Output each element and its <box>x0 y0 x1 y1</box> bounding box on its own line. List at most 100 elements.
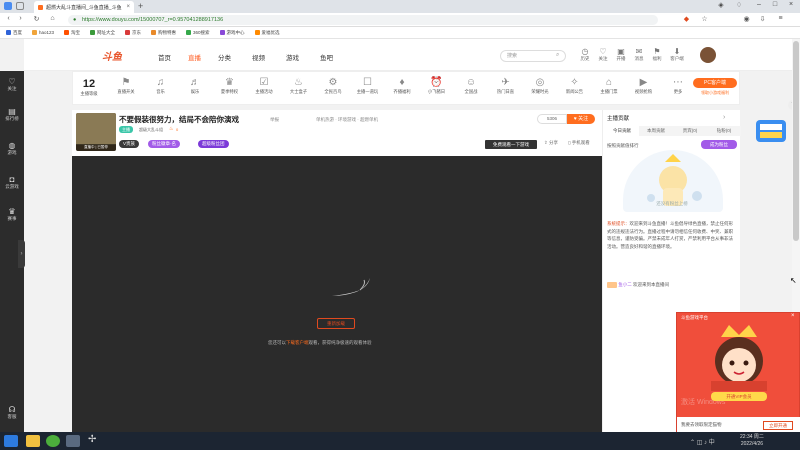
video-player[interactable]: 重新加载 您还可以下载客户端观看，获得纯净极速的观看体验 <box>72 156 602 432</box>
user-icon[interactable]: ◉ <box>742 15 751 23</box>
avatar[interactable] <box>700 47 716 63</box>
rail-events[interactable]: ♛ 赛事 <box>0 207 24 222</box>
category-item[interactable]: ⚙ 全民百鸟 <box>318 76 348 95</box>
fan-app-icon[interactable]: ✢ <box>88 434 96 445</box>
home-icon[interactable]: ⌂ <box>48 15 57 22</box>
bookmark-item[interactable]: 淘宝 <box>64 30 80 36</box>
rail-games[interactable]: ◍ 游戏 <box>0 141 24 156</box>
nav-category[interactable]: 分类 <box>218 52 231 62</box>
open-vip-button[interactable]: 开通VIP会员 <box>711 392 767 401</box>
tray-icons[interactable]: ⌃ ◫ ♪ 中 <box>690 437 715 446</box>
download-icon[interactable]: ⇩ <box>758 15 767 23</box>
rail-follow[interactable]: ♡ 关注 <box>0 77 24 92</box>
category-item[interactable]: ◎ 荣耀时光 <box>525 76 555 95</box>
nav-yuba[interactable]: 鱼吧 <box>320 52 333 62</box>
forward-icon[interactable]: › <box>16 15 25 22</box>
tab-diamond[interactable]: 钻粉(0) <box>707 126 741 136</box>
extension-icon[interactable]: ◆ <box>682 15 691 23</box>
tab-guest[interactable]: 贵宾(0) <box>673 126 707 136</box>
message-button[interactable]: ✉ 消息 <box>630 47 648 62</box>
file-explorer-icon[interactable] <box>26 435 40 447</box>
report-link[interactable]: 举报 <box>270 117 279 123</box>
welcome-user[interactable]: 鱼小二 <box>618 282 632 287</box>
category-item[interactable]: ♛ 夏季特权 <box>215 76 245 95</box>
skin-icon[interactable]: ♢ <box>732 1 746 9</box>
browser-tab[interactable]: 超燃大乱斗直播间_斗鱼直播_斗鱼 × <box>34 1 134 13</box>
bookmark-item[interactable]: 网址大全 <box>90 30 115 36</box>
close-window-icon[interactable]: × <box>784 1 798 8</box>
menu-icon[interactable]: ≡ <box>776 15 785 22</box>
welfare-button[interactable]: ⚑ 福利 <box>648 47 666 62</box>
category-item[interactable]: ⌂ 主播门票 <box>594 76 624 95</box>
start-live-button[interactable]: ▣ 开播 <box>612 47 630 62</box>
follow-button[interactable]: ♡ 关注 <box>594 47 612 62</box>
start-icon[interactable] <box>4 435 18 447</box>
history-button[interactable]: ◷ 历史 <box>576 47 594 62</box>
browser-back-tab-icon[interactable] <box>16 2 24 10</box>
category-item[interactable]: ✈ 热门日直 <box>491 76 521 95</box>
tab-week[interactable]: 本周贡献 <box>639 126 673 136</box>
free-watch-button[interactable]: 免费观看一下游戏 <box>485 140 537 149</box>
nav-game[interactable]: 游戏 <box>286 52 299 62</box>
tab-close-icon[interactable]: × <box>126 4 130 10</box>
follow-button[interactable]: ♥ 关注 <box>567 114 595 124</box>
back-icon[interactable]: ‹ <box>4 15 13 22</box>
screen-app-icon[interactable] <box>66 435 80 447</box>
category-item[interactable]: ☐ 主播一道玩 <box>353 76 383 95</box>
bookmark-item[interactable]: 购物特惠 <box>151 30 176 36</box>
category-item[interactable]: ⚑ 直播开关 <box>111 76 141 95</box>
fan-badge[interactable]: 粉丝徽章·名 <box>148 140 180 148</box>
bookmark-item[interactable]: 京东 <box>125 30 141 36</box>
category-item[interactable]: ♬ 娱乐 <box>180 76 210 95</box>
anchor-thumbnail[interactable]: 直播中 | 已暂停 <box>76 113 116 151</box>
activity-badge-icon[interactable] <box>754 116 788 146</box>
pc-client-button[interactable]: PC客户端 <box>693 78 737 88</box>
category-item[interactable]: ♫ 音乐 <box>146 76 176 95</box>
category-item[interactable]: ▶ 视频抢购 <box>629 76 659 95</box>
anchor-level[interactable]: 12 主播等级 <box>75 78 103 97</box>
nav-live[interactable]: 直播 <box>188 52 201 62</box>
download-client-link[interactable]: 下载客户端 <box>286 340 309 345</box>
rail-ranking[interactable]: ▤ 排行榜 <box>0 107 24 122</box>
bookmark-item[interactable]: hao123 <box>32 30 54 35</box>
reload-icon[interactable]: ↻ <box>32 15 41 23</box>
maximize-icon[interactable]: □ <box>768 1 782 8</box>
new-tab-button[interactable]: + <box>138 1 143 11</box>
share-button[interactable]: ⇪ 分享 <box>544 140 558 146</box>
browser-menu-icon[interactable] <box>4 2 12 10</box>
popup-close-icon[interactable]: × <box>791 313 795 319</box>
category-item[interactable]: ☺ 全国战 <box>456 76 486 95</box>
browser-360-icon[interactable] <box>46 435 60 447</box>
vip-badge[interactable]: V贵族 <box>119 140 140 148</box>
shield-icon[interactable]: ◈ <box>714 1 728 9</box>
bookmark-item[interactable]: 爱福优选 <box>254 30 280 36</box>
category-item[interactable]: ♨ 大士盒子 <box>284 76 314 95</box>
reload-player-button[interactable]: 重新加载 <box>317 318 355 329</box>
category-item[interactable]: ♦ 齐播福利 <box>387 76 417 95</box>
minimize-icon[interactable]: – <box>752 1 766 8</box>
scrollbar-thumb[interactable] <box>793 41 799 241</box>
nav-home[interactable]: 首页 <box>158 52 171 62</box>
super-fans-button[interactable]: 超级粉丝团 <box>198 140 229 148</box>
category-item[interactable]: ☑ 主播活动 <box>249 76 279 95</box>
system-clock[interactable]: 22:34 周二 2022/4/26 <box>740 434 764 447</box>
popup-open-button[interactable]: 立即开通 <box>763 421 793 430</box>
rail-support[interactable]: ☊ 客服 <box>0 405 24 420</box>
panel-more-icon[interactable]: › <box>723 114 725 121</box>
category-item[interactable]: ⋯ 更多 <box>663 76 693 95</box>
category-item[interactable]: ⏰ 小飞猪日 <box>422 76 452 95</box>
become-fan-button[interactable]: 成为粉丝 <box>701 140 737 149</box>
nav-video[interactable]: 视频 <box>252 52 265 62</box>
client-button[interactable]: ⬇ 客户端 <box>668 47 686 62</box>
bookmark-item[interactable]: 游戏中心 <box>219 30 245 36</box>
site-logo[interactable]: 斗鱼 <box>102 48 122 63</box>
room-category-tags[interactable]: 单机热游 · 环境游戏 · 超燃单机 <box>316 117 378 123</box>
bookmark-item[interactable]: 百度 <box>6 30 22 36</box>
url-input[interactable]: ● https://www.douyu.com/15000707_r=0.957… <box>68 15 658 25</box>
group-tag[interactable]: 超级大乱斗组 <box>136 126 166 133</box>
mobile-watch-button[interactable]: ▯ 手机观看 <box>568 140 590 146</box>
bookmark-item[interactable]: 360搜索 <box>186 30 210 36</box>
search-icon[interactable]: ⌕ <box>556 52 559 59</box>
rail-cloud-game[interactable]: ◘ 云游戏 <box>0 175 24 190</box>
category-item[interactable]: ✧ 新闻公告 <box>560 76 590 95</box>
